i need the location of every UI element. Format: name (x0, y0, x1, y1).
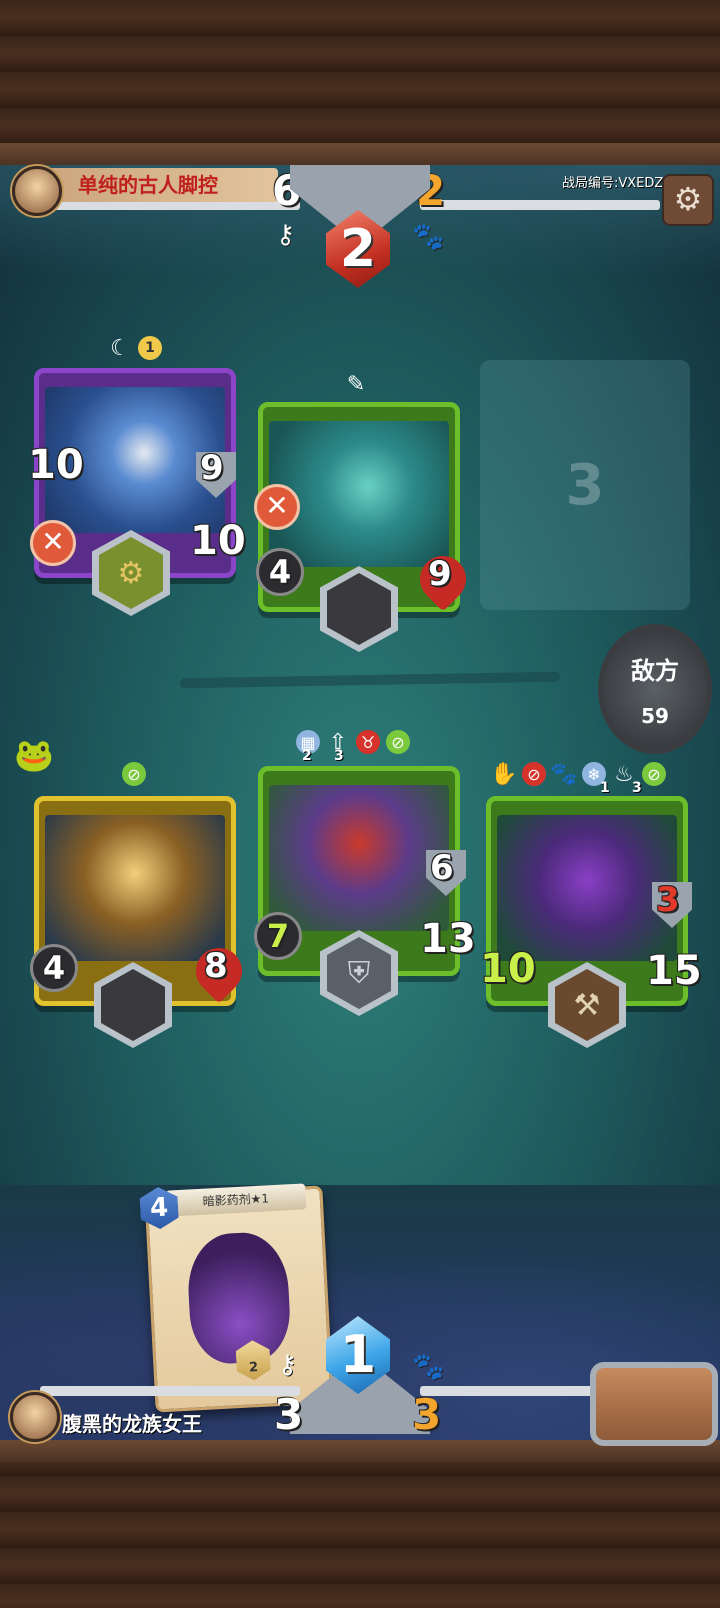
ape-badges: ▦ ⇧ ♉ ⊘ (296, 730, 410, 755)
ape-attack: 7 (266, 917, 290, 955)
horns-icon: ♉ (356, 730, 380, 754)
demon-shield: 3 (656, 880, 680, 920)
ape-art (269, 785, 449, 931)
dwarf-left-stat: 4 (42, 949, 66, 987)
player-name: 腹黑的龙族女王 (62, 1412, 202, 1436)
cannon-tank-shield: 9 (200, 448, 224, 488)
bottom-wood-frame (0, 1440, 720, 1608)
opponent-key-icon: ⚷ (276, 220, 296, 250)
end-turn-button[interactable] (590, 1362, 718, 1446)
dwarf-left-bubble: 4 (30, 944, 78, 992)
feather-icon: ✎ (346, 371, 366, 397)
gauntlet-equip-icon: ⚒ (555, 969, 619, 1041)
opponent-name: 单纯的古人脚控 (78, 173, 218, 197)
demon-nature-icon: ⊘ (642, 762, 666, 786)
timer-icon: 1 (138, 336, 162, 360)
player-score-right: 3 (412, 1390, 442, 1439)
opponent-ribbon-right (420, 200, 660, 210)
player-ribbon-left (40, 1386, 300, 1396)
demon-fire-count: 3 (632, 780, 642, 796)
enemy-label: 敌方 (631, 656, 679, 685)
player-round: 1 (339, 1325, 377, 1385)
dwarf-hp: 8 (204, 946, 228, 986)
ape-attack-bubble: 7 (254, 912, 302, 960)
ape-hp: 13 (420, 916, 476, 962)
opponent-avatar[interactable] (12, 166, 62, 216)
hand-card-shadow-potion[interactable]: 暗影药剂★1 4 2 (144, 1183, 334, 1413)
cannon-tank-disabled-icon: ✕ (30, 520, 76, 566)
ape-shield: 6 (430, 848, 454, 888)
hand-icon: ✋ (490, 761, 518, 787)
enemy-deck-button[interactable]: 敌方 59 (598, 624, 712, 754)
player-key-icon: ⚷ (278, 1350, 298, 1380)
ground-crack (179, 671, 561, 689)
dwarf-miner-art (45, 815, 225, 961)
player-avatar[interactable] (10, 1392, 60, 1442)
dwarf-empty-equip (101, 969, 165, 1041)
player-ribbon-right (420, 1386, 600, 1396)
no-icon: ⊘ (522, 762, 546, 786)
settings-gear-icon[interactable]: ⚙ (662, 174, 714, 226)
sea-serpent-hp: 9 (428, 554, 452, 594)
sea-serpent-attack: 4 (268, 553, 292, 591)
sea-serpent-disabled-icon: ✕ (254, 484, 300, 530)
empty-slot-3[interactable]: 3 (480, 360, 690, 610)
demon-attack: 10 (480, 946, 536, 992)
demon-art (497, 815, 677, 961)
match-id: 战局编号:VXEDZ (562, 176, 664, 191)
empty-slot-number: 3 (565, 452, 605, 518)
demon-ice-count: 1 (600, 780, 610, 796)
hand-card-cost: 4 (149, 1192, 169, 1224)
moon-icon: ☾ (110, 335, 130, 361)
top-wood-frame (0, 0, 720, 165)
cannon-tank-hp: 10 (190, 518, 246, 564)
opponent-round: 2 (339, 219, 377, 279)
opponent-paw-icon: 🐾 (412, 222, 445, 252)
ape-arrow-count: 3 (334, 748, 344, 764)
hand-card-level: 2 (248, 1360, 259, 1376)
cannon-tank-badges: ☾ 1 (108, 335, 162, 361)
chest-armor-equip-icon: ⛨ (327, 937, 391, 1009)
gear-equip-icon: ⚙ (99, 537, 163, 609)
sea-serpent-attack-bubble: 4 (256, 548, 304, 596)
player-score-left: 3 (274, 1390, 304, 1439)
demon-hp: 15 (646, 948, 702, 994)
ape-nature-icon: ⊘ (386, 730, 410, 754)
ape-armor-count: 2 (302, 748, 312, 764)
dwarf-nature-icon: ⊘ (122, 762, 146, 786)
top-frame-strip (0, 143, 720, 165)
demon-paw-icon: 🐾 (550, 761, 578, 787)
sea-serpent-empty-equip (327, 573, 391, 645)
frog-icon: 🐸 (14, 736, 54, 774)
enemy-count: 59 (641, 703, 669, 728)
cannon-tank-left-stat: 10 (28, 442, 84, 488)
player-paw-icon: 🐾 (412, 1352, 445, 1382)
potion-icon (185, 1230, 293, 1366)
